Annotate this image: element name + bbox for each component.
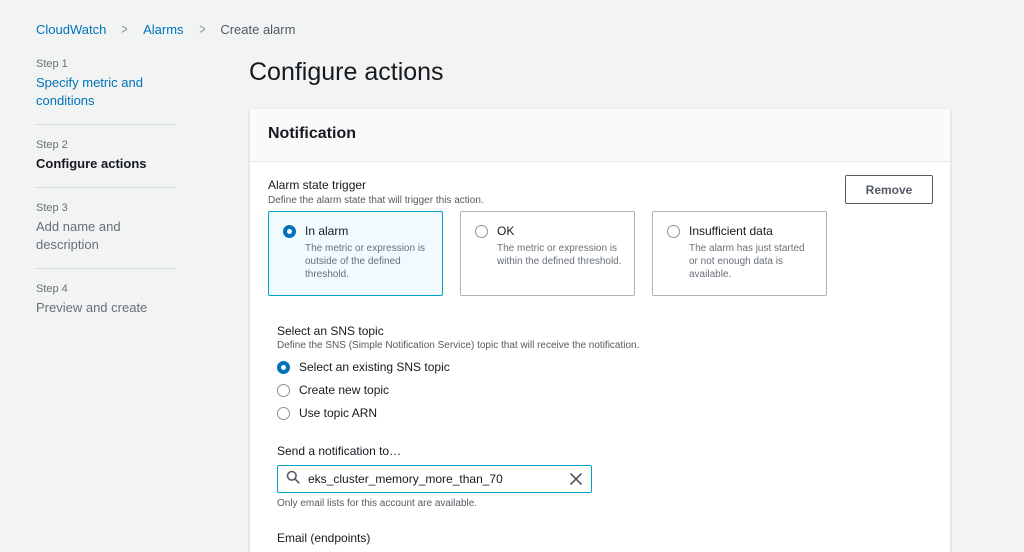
step-1: Step 1 Specify metric and conditions — [36, 58, 176, 125]
step-number: Step 1 — [36, 58, 68, 70]
notification-panel: Notification Alarm state trigger Define … — [249, 108, 951, 552]
radio-icon[interactable] — [667, 225, 680, 238]
breadcrumb: CloudWatch > Alarms > Create alarm — [36, 20, 295, 38]
breadcrumb-current: Create alarm — [220, 21, 296, 37]
sns-topic-search — [277, 465, 592, 493]
breadcrumb-alarms[interactable]: Alarms — [143, 22, 183, 37]
sns-topic-description: Define the SNS (Simple Notification Serv… — [277, 340, 640, 351]
alarm-state-trigger-label: Alarm state trigger — [268, 178, 367, 192]
search-input[interactable] — [308, 472, 569, 486]
chevron-right-icon: > — [198, 20, 205, 38]
radio-checked-icon[interactable] — [283, 225, 296, 238]
sns-option-arn[interactable]: Use topic ARN — [277, 406, 639, 420]
tile-insufficient-data[interactable]: Insufficient data The alarm has just sta… — [652, 211, 827, 296]
sns-option-label: Create new topic — [299, 383, 390, 397]
remove-button[interactable]: Remove — [845, 175, 933, 204]
search-help-text: Only email lists for this account are av… — [277, 498, 478, 509]
tile-title: OK — [497, 224, 515, 238]
radio-icon[interactable] — [277, 406, 290, 420]
sns-option-label: Select an existing SNS topic — [299, 360, 450, 374]
step-4: Step 4 Preview and create — [36, 283, 176, 331]
step-label: Add name and description — [36, 219, 121, 252]
panel-header: Notification — [250, 109, 950, 162]
sns-option-new[interactable]: Create new topic — [277, 383, 639, 397]
wizard-steps: Step 1 Specify metric and conditions Ste… — [36, 58, 176, 345]
send-notification-label: Send a notification to… — [277, 444, 402, 458]
tile-in-alarm[interactable]: In alarm The metric or expression is out… — [268, 211, 443, 296]
step-3: Step 3 Add name and description — [36, 202, 176, 269]
step-link[interactable]: Specify metric and conditions — [36, 74, 176, 110]
tile-description: The alarm has just started or not enough… — [689, 243, 805, 280]
sns-topic-section: Select an SNS topic Define the SNS (Simp… — [277, 324, 639, 420]
alarm-state-trigger-description: Define the alarm state that will trigger… — [268, 195, 484, 206]
page-title: Configure actions — [249, 58, 444, 86]
radio-checked-icon[interactable] — [277, 360, 290, 374]
breadcrumb-cloudwatch[interactable]: CloudWatch — [36, 22, 106, 37]
sns-option-label: Use topic ARN — [299, 406, 378, 420]
tile-description: The metric or expression is within the d… — [497, 243, 622, 267]
step-number: Step 2 — [36, 139, 68, 151]
step-2: Step 2 Configure actions — [36, 139, 176, 188]
tile-ok[interactable]: OK The metric or expression is within th… — [460, 211, 635, 296]
clear-icon[interactable] — [569, 472, 583, 486]
tile-title: In alarm — [305, 224, 349, 238]
step-number: Step 3 — [36, 202, 68, 214]
search-icon — [286, 470, 300, 489]
sns-option-existing[interactable]: Select an existing SNS topic — [277, 360, 639, 374]
email-endpoints-label: Email (endpoints) — [277, 531, 371, 545]
tile-description: The metric or expression is outside of t… — [305, 243, 426, 280]
radio-icon[interactable] — [277, 383, 290, 397]
step-label: Preview and create — [36, 300, 148, 315]
radio-icon[interactable] — [475, 225, 488, 238]
chevron-right-icon: > — [121, 20, 128, 38]
sns-topic-label: Select an SNS topic — [277, 324, 384, 338]
step-number: Step 4 — [36, 283, 68, 295]
step-label-current: Configure actions — [36, 156, 147, 171]
tile-title: Insufficient data — [689, 224, 773, 238]
